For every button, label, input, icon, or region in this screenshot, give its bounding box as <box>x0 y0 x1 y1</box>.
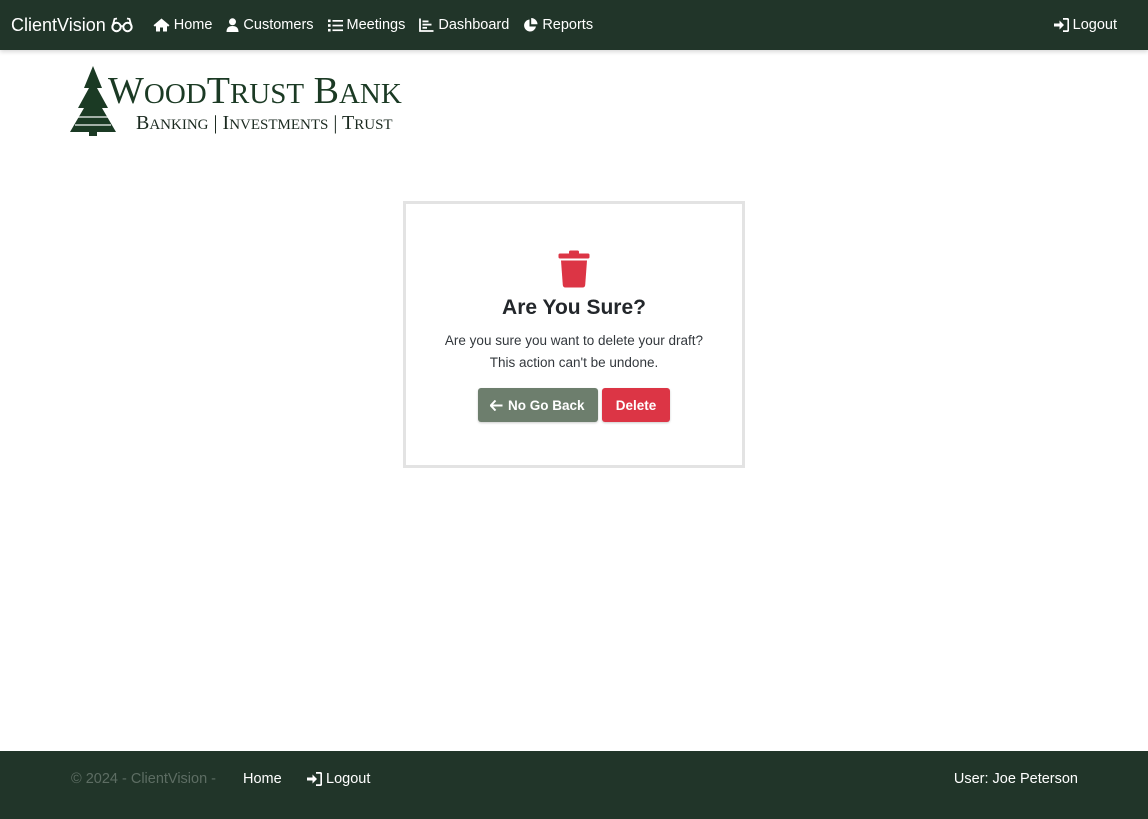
pie-chart-icon <box>524 17 538 31</box>
logo-text: | <box>208 112 223 134</box>
dialog-message: Are you sure you want to delete your dra… <box>444 333 704 370</box>
nav-reports-label: Reports <box>542 17 594 33</box>
chart-icon <box>419 18 434 32</box>
delete-label: Delete <box>615 397 657 413</box>
nav-dashboard-label: Dashboard <box>438 17 510 33</box>
dialog-title: Are You Sure? <box>502 296 646 319</box>
nav-right: Logout <box>1053 0 1117 50</box>
nav-customers[interactable]: Customers <box>226 17 314 33</box>
logo-text: W <box>108 70 144 112</box>
logo-text: RUST <box>354 117 393 133</box>
footer: © 2024 - ClientVision - Home Logout User… <box>0 751 1148 819</box>
logo-text: T <box>206 70 230 112</box>
nav-home[interactable]: Home <box>153 17 213 33</box>
sign-in-icon <box>307 772 322 786</box>
logo-text: | <box>328 112 343 134</box>
home-icon <box>153 18 170 32</box>
trash-icon <box>558 250 590 288</box>
nav-customers-label: Customers <box>243 17 314 33</box>
nav-home-label: Home <box>173 17 213 33</box>
trash-icon-wrapper <box>406 250 742 288</box>
arrow-left-icon <box>490 399 503 411</box>
go-back-label: No Go Back <box>508 397 585 413</box>
nav-meetings[interactable]: Meetings <box>327 17 406 33</box>
top-navbar: ClientVision Home Customers Meetings Das… <box>0 0 1148 50</box>
logo-text: ANKING <box>149 117 209 133</box>
logo-text: OOD <box>143 78 207 110</box>
nav-meetings-label: Meetings <box>346 17 406 33</box>
footer-logout-label: Logout <box>326 771 371 787</box>
logo-text: NVESTMENTS <box>229 117 329 133</box>
glasses-icon <box>111 17 133 33</box>
footer-logout-link[interactable]: Logout <box>307 771 370 787</box>
brand-name: ClientVision <box>11 14 106 35</box>
nav-logout-label: Logout <box>1072 17 1117 33</box>
logo-tagline: BANKING | INVESTMENTS | TRUST <box>136 113 393 133</box>
go-back-button[interactable]: No Go Back <box>478 388 598 422</box>
user-icon <box>226 18 239 32</box>
nav-logout[interactable]: Logout <box>1053 17 1117 33</box>
logo-text: RUST <box>229 78 305 110</box>
logo-text: B <box>136 112 150 134</box>
dialog-actions: No Go Back Delete <box>406 388 742 422</box>
logo-text: B <box>304 70 339 112</box>
woodtrust-bank-logo: WOODTRUST BANK BANKING | INVESTMENTS | T… <box>70 64 435 138</box>
nav-dashboard[interactable]: Dashboard <box>419 17 509 33</box>
logo-wordmark: WOODTRUST BANK <box>108 72 402 110</box>
nav-reports[interactable]: Reports <box>523 17 593 33</box>
delete-button[interactable]: Delete <box>602 388 670 422</box>
footer-home-link[interactable]: Home <box>243 771 282 787</box>
nav-links: Home Customers Meetings Dashboard Report… <box>153 17 607 33</box>
list-icon <box>327 19 343 31</box>
delete-confirm-card: Are You Sure? Are you sure you want to d… <box>403 201 745 468</box>
sign-in-icon <box>1053 18 1069 32</box>
logo-text: ANK <box>338 78 402 110</box>
brand-link[interactable]: ClientVision <box>11 15 133 36</box>
footer-user: User: Joe Peterson <box>953 771 1078 787</box>
footer-copyright: © 2024 - ClientVision - <box>71 771 217 787</box>
logo-text: T <box>342 112 355 134</box>
